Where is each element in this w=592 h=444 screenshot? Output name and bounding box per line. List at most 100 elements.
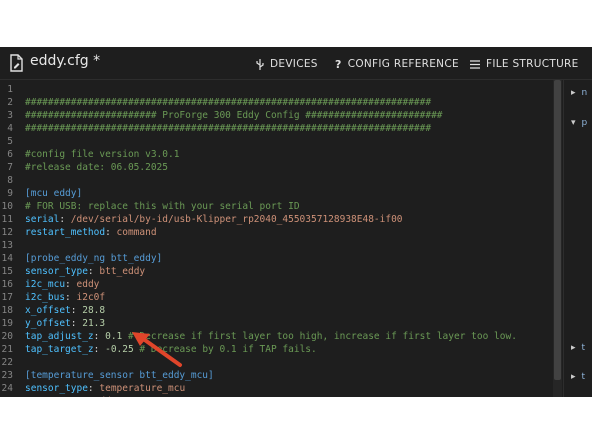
code-token: serial [25,214,60,225]
file-structure-button[interactable]: FILE STRUCTURE [470,56,579,72]
file-title: eddy.cfg * [30,53,101,69]
code-line: i2c_bus: i2c0f [25,291,105,304]
code-line: sensor_type: btt_eddy [25,265,145,278]
code-token: [probe_eddy_ng btt_eddy] [25,253,163,264]
structure-item[interactable]: ▾ p [571,118,587,128]
file-structure-label: FILE STRUCTURE [486,58,579,70]
code-token: sensor_type [25,266,88,277]
code-token: eddy [94,396,117,397]
code-token: 21.3 [82,318,106,329]
line-number: 14 [1,253,13,264]
code-token: : [70,318,83,329]
list-icon [470,59,480,69]
config-reference-button[interactable]: ? CONFIG REFERENCE [335,56,459,72]
line-number: 25 [0,395,13,397]
code-token: : [65,279,77,290]
code-line: ####################### ProForge 300 Edd… [25,109,443,122]
code-token: : [105,227,117,238]
editor-header: eddy.cfg * DEVICES ? CONFIG REFERENCE FI… [0,47,592,80]
line-number: 15 [1,266,13,277]
line-number: 17 [1,292,13,303]
line-number: 18 [1,305,13,316]
line-number: 24 [1,383,13,394]
line-number: 9 [7,188,13,199]
code-token: ####################### ProForge 300 Edd… [25,110,443,121]
structure-item-label: t [581,343,586,353]
line-number: 7 [7,162,13,173]
code-token: #config file version v3.0.1 [25,149,180,160]
help-icon: ? [335,57,342,71]
code-line: y_offset: 21.3 [25,317,105,330]
structure-item[interactable]: ▸ t [571,372,585,382]
code-token: ########################################… [25,97,432,108]
devices-button[interactable]: DEVICES [256,56,318,72]
line-number: 21 [1,344,13,355]
chevron-down-icon: ▾ [571,118,576,128]
code-token: : [87,266,100,277]
code-line: sensor_type: temperature_mcu [25,382,185,395]
code-token: i2c0f [76,292,106,303]
code-token: i2c_mcu [25,279,66,290]
line-number: 22 [1,357,13,368]
line-number: 5 [7,136,13,147]
structure-item[interactable]: ▸ n [571,88,587,98]
code-token: 28.8 [82,305,106,316]
code-token: : [87,383,100,394]
code-line: [mcu eddy] [25,187,82,200]
line-number: 19 [1,318,13,329]
code-token: eddy [76,279,100,290]
line-number: 16 [1,279,13,290]
structure-item-label: p [581,118,588,128]
code-token: [mcu eddy] [25,188,83,199]
line-number: 23 [1,370,13,381]
code-line: serial: /dev/serial/by-id/usb-Klipper_rp… [25,213,403,226]
code-token: tap_target_z [25,344,94,355]
line-number: 2 [7,97,13,108]
code-token: i2c_bus [25,292,66,303]
code-line: #release date: 06.05.2025 [25,161,168,174]
code-line: [probe_eddy_ng btt_eddy] [25,252,162,265]
code-token: : [93,331,106,342]
editor-scrollbar[interactable] [553,80,562,397]
code-token: : [82,396,93,397]
line-number: 3 [7,110,13,121]
annotation-arrow [132,332,182,367]
line-number: 6 [7,149,13,160]
code-line: sensor_mcu: eddy [25,395,117,397]
file-edit-icon [10,54,23,72]
chevron-right-icon: ▸ [571,88,576,98]
chevron-right-icon: ▸ [571,372,576,382]
code-token: tap_adjust_z [25,331,94,342]
code-line: tap_adjust_z: 0.1 # Decrease if first la… [25,330,517,343]
code-token: temperature_mcu [99,383,186,394]
line-number: 13 [1,240,13,251]
code-line: restart_method: command [25,226,157,239]
code-line: x_offset: 28.8 [25,304,105,317]
line-number: 10 [1,201,13,212]
code-token: 0.1 [105,331,123,342]
code-token: #release date: 06.05.2025 [25,162,168,173]
code-token: ########################################… [25,123,432,134]
structure-item[interactable]: ▸ t [571,343,585,353]
structure-item-label: n [581,88,588,98]
code-line: [temperature_sensor btt_eddy_mcu] [25,369,214,382]
code-token: # FOR USB: replace this with your serial… [25,201,300,212]
code-token: restart_method [25,227,106,238]
code-editor[interactable]: 1234567891011121314151617181920212223242… [0,80,553,397]
devices-label: DEVICES [270,58,318,70]
line-number: 1 [7,84,13,95]
code-line: # FOR USB: replace this with your serial… [25,200,300,213]
file-structure-panel: ▸ n ▾ p ▸ t ▸ t [563,80,592,397]
line-number: 12 [1,227,13,238]
code-token: x_offset [25,305,71,316]
editor-window: eddy.cfg * DEVICES ? CONFIG REFERENCE FI… [0,47,592,397]
code-token: [temperature_sensor btt_eddy_mcu] [25,370,214,381]
code-token: : [70,305,83,316]
line-number-gutter: 1234567891011121314151617181920212223242… [0,80,20,397]
code-token: sensor_mcu [25,396,82,397]
scrollbar-thumb[interactable] [554,80,561,380]
structure-item-label: t [581,372,586,382]
line-number: 11 [1,214,13,225]
code-token: /dev/serial/by-id/usb-Klipper_rp2040_455… [70,214,403,225]
chevron-right-icon: ▸ [571,343,576,353]
